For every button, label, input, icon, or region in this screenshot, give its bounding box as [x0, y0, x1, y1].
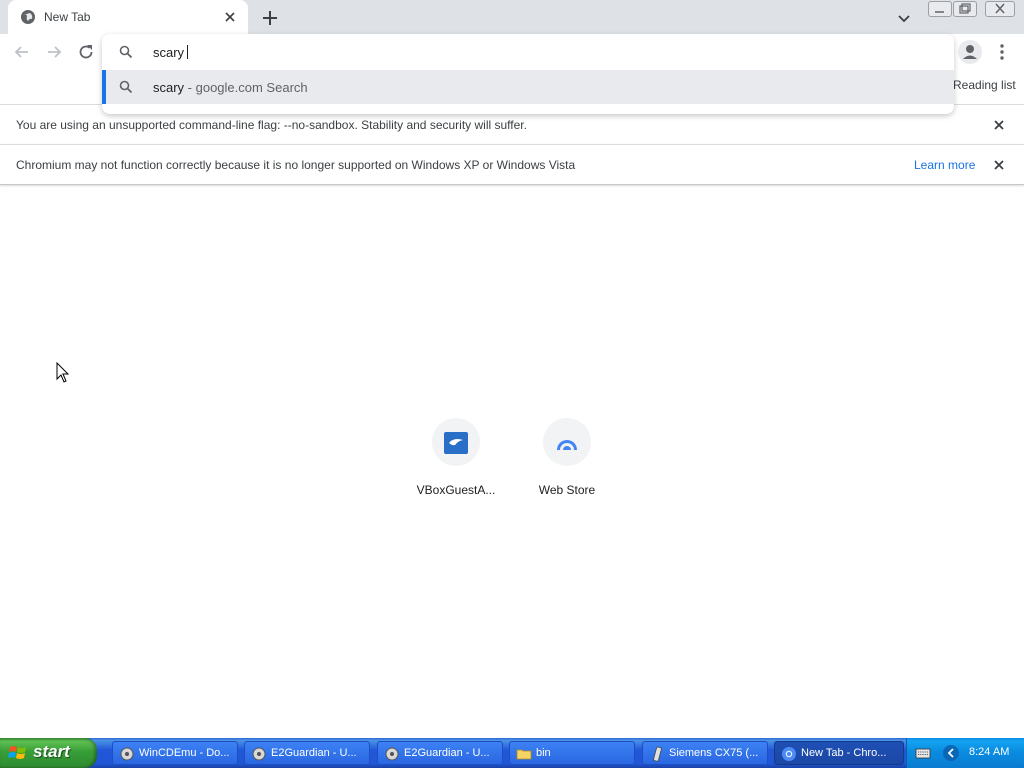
shortcut-vboxguestadditions[interactable]: VBoxGuestA... — [400, 416, 512, 506]
text-caret — [187, 45, 189, 59]
omnibox-suggestion[interactable]: scary - google.com Search — [102, 70, 954, 104]
forward-arrow-icon[interactable] — [44, 42, 64, 62]
plus-icon[interactable] — [260, 8, 280, 28]
profile-button[interactable] — [958, 40, 982, 64]
kebab-menu-icon[interactable] — [994, 42, 1010, 62]
web-store-icon — [557, 440, 577, 450]
clock: 8:24 AM — [969, 746, 1010, 758]
windows-flag-icon — [8, 746, 26, 759]
taskbar-item-chromium[interactable]: New Tab - Chro... — [774, 741, 904, 765]
taskbar: start WinCDEmu - Do... E2Guardian - U...… — [0, 738, 1024, 768]
shortcut-tile — [432, 418, 480, 466]
learn-more-link[interactable]: Learn more — [914, 158, 975, 172]
start-label: start — [33, 742, 70, 761]
suggestion-suffix: - google.com Search — [184, 80, 308, 95]
suggestion-query: scary — [153, 80, 185, 95]
tab-new-tab[interactable]: New Tab — [8, 0, 248, 34]
selection-indicator — [102, 70, 106, 104]
minimize-button[interactable] — [928, 1, 952, 17]
search-icon — [119, 80, 133, 94]
shortcut-label: Web Store — [538, 483, 596, 497]
taskbar-item-label: bin — [536, 747, 551, 759]
phone-icon — [653, 746, 662, 762]
maximize-button[interactable] — [953, 1, 977, 17]
shortcut-label: VBoxGuestA... — [416, 483, 496, 497]
system-tray: 8:24 AM — [906, 738, 1024, 768]
reload-icon[interactable] — [76, 42, 96, 62]
tab-title: New Tab — [44, 10, 91, 24]
minimize-icon — [935, 11, 944, 13]
show-hidden-icons-button[interactable] — [943, 745, 959, 761]
e2guardian-icon — [252, 747, 266, 761]
infobar-message: You are using an unsupported command-lin… — [16, 118, 527, 132]
tab-strip: New Tab — [0, 0, 1024, 34]
taskbar-item-label: New Tab - Chro... — [801, 747, 887, 759]
taskbar-item-wincdemu[interactable]: WinCDEmu - Do... — [112, 741, 238, 765]
reading-list-button[interactable]: Reading list — [953, 78, 1016, 92]
profile-icon — [963, 45, 977, 59]
close-icon[interactable] — [222, 9, 238, 25]
shortcut-tile — [543, 418, 591, 466]
taskbar-item-label: Siemens CX75 (... — [669, 747, 759, 759]
taskbar-item-label: E2Guardian - U... — [404, 747, 490, 759]
chevron-down-icon[interactable] — [896, 10, 912, 26]
omnibox-text: scary — [153, 45, 189, 60]
keyboard-icon[interactable] — [915, 746, 931, 760]
omnibox-popup: scary scary - google.com Search — [102, 34, 954, 114]
close-icon[interactable] — [991, 117, 1007, 133]
taskbar-item-label: WinCDEmu - Do... — [139, 747, 230, 759]
taskbar-item-e2guardian-2[interactable]: E2Guardian - U... — [377, 741, 503, 765]
omnibox-input[interactable]: scary — [102, 34, 954, 70]
unsupported-os-infobar: Chromium may not function correctly beca… — [0, 144, 1024, 185]
mouse-cursor-icon — [56, 362, 70, 383]
shortcut-web-store[interactable]: Web Store — [511, 416, 623, 506]
globe-icon — [21, 10, 35, 24]
folder-icon — [516, 749, 532, 760]
taskbar-item-siemens-cx75[interactable]: Siemens CX75 (... — [642, 741, 768, 765]
close-icon[interactable] — [991, 157, 1007, 173]
chromium-icon — [782, 747, 796, 761]
taskbar-item-e2guardian-1[interactable]: E2Guardian - U... — [244, 741, 370, 765]
close-icon — [995, 3, 1005, 14]
infobar-message: Chromium may not function correctly beca… — [16, 158, 576, 172]
back-arrow-icon[interactable] — [12, 42, 32, 62]
maximize-icon — [959, 3, 971, 14]
search-icon — [119, 45, 133, 59]
e2guardian-icon — [385, 747, 399, 761]
chevron-left-icon — [947, 748, 954, 758]
vbox-icon — [444, 432, 468, 454]
suggestion-text: scary - google.com Search — [153, 80, 308, 95]
wincdemu-icon — [120, 747, 134, 761]
window-close-button[interactable] — [985, 1, 1015, 17]
taskbar-item-bin[interactable]: bin — [509, 741, 635, 765]
start-button[interactable]: start — [0, 738, 97, 768]
taskbar-item-label: E2Guardian - U... — [271, 747, 357, 759]
omnibox-value: scary — [153, 45, 185, 60]
